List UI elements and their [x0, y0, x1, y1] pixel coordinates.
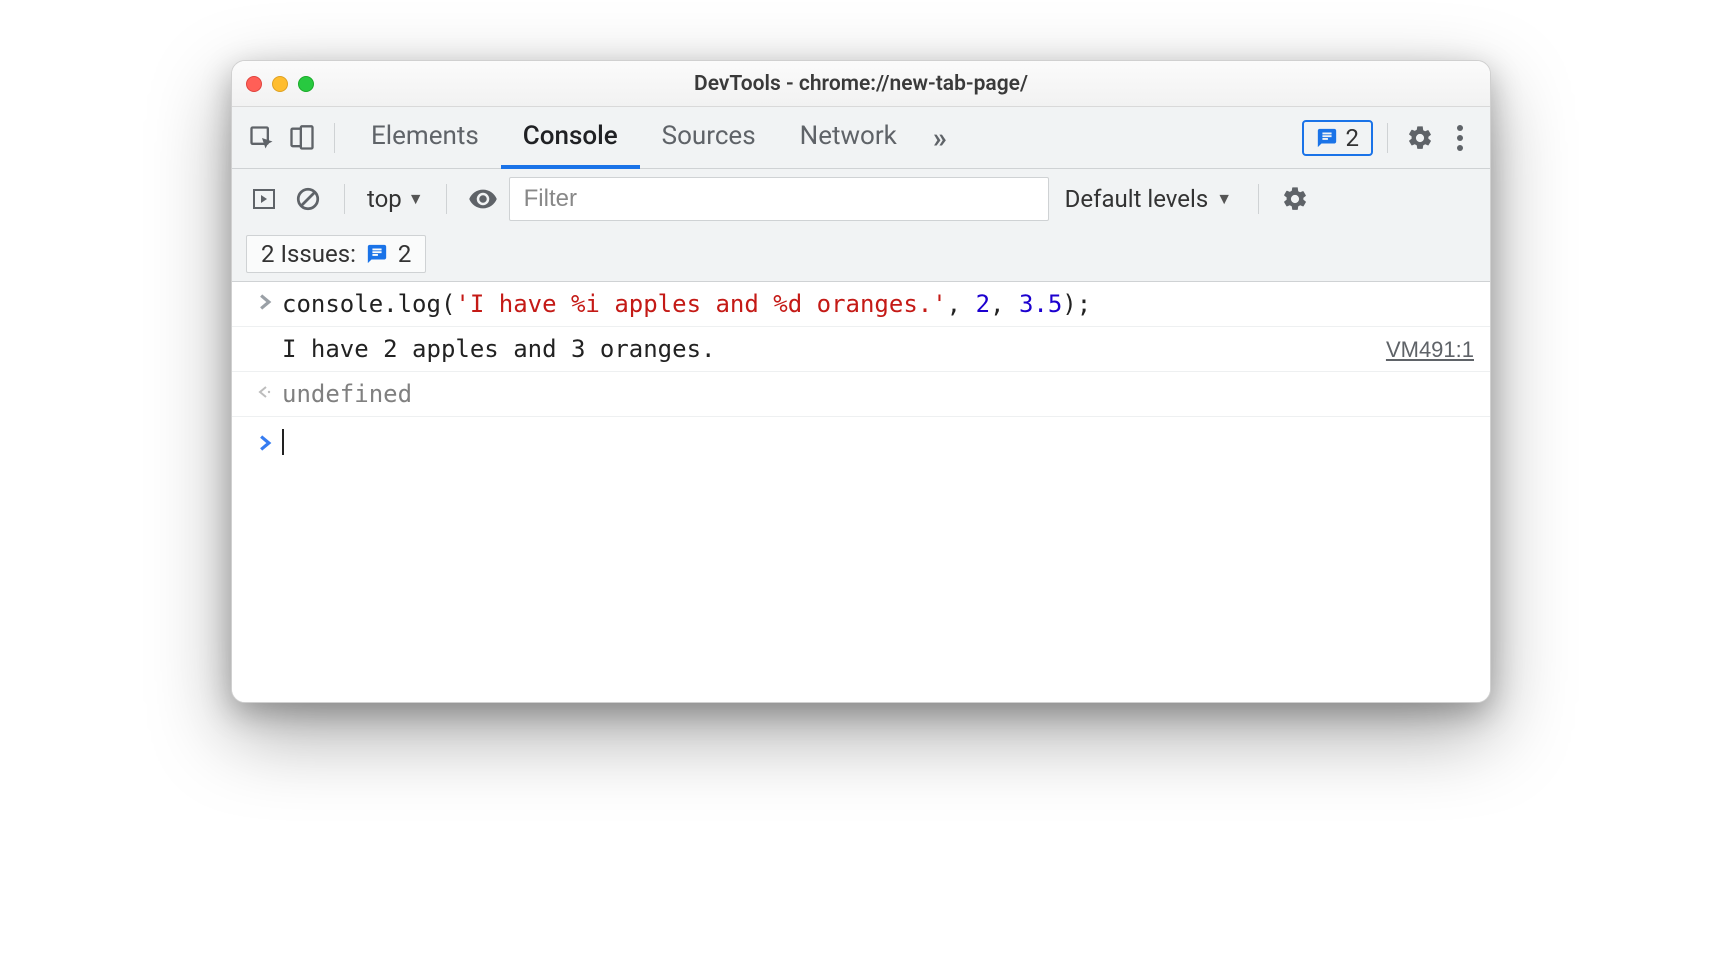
- window-title: DevTools - chrome://new-tab-page/: [232, 72, 1490, 96]
- clear-console-button[interactable]: [290, 181, 326, 217]
- devtools-window: DevTools - chrome://new-tab-page/ Elemen…: [231, 60, 1491, 703]
- console-output-line: I have 2 apples and 3 oranges. VM491:1: [232, 327, 1490, 372]
- tabs: Elements Console Sources Network: [349, 107, 919, 169]
- more-menu-button[interactable]: [1442, 120, 1478, 156]
- kebab-icon: [1449, 125, 1471, 151]
- separator: [1387, 123, 1388, 153]
- toggle-sidebar-button[interactable]: [246, 181, 282, 217]
- console-input-line: console.log('I have %i apples and %d ora…: [232, 282, 1490, 327]
- eye-icon: [468, 184, 498, 214]
- maximize-window-button[interactable]: [298, 76, 314, 92]
- close-window-button[interactable]: [246, 76, 262, 92]
- sidebar-icon: [252, 187, 276, 211]
- separator: [334, 123, 335, 153]
- issues-indicator[interactable]: 2: [1302, 120, 1374, 156]
- issues-summary[interactable]: 2 Issues: 2: [246, 235, 426, 273]
- settings-button[interactable]: [1402, 120, 1438, 156]
- tab-sources[interactable]: Sources: [640, 107, 778, 169]
- issues-icon: [1316, 127, 1338, 149]
- console-code[interactable]: console.log('I have %i apples and %d ora…: [282, 290, 1474, 318]
- tab-elements[interactable]: Elements: [349, 107, 501, 169]
- console-settings-button[interactable]: [1277, 181, 1313, 217]
- tabbar: Elements Console Sources Network » 2: [232, 107, 1490, 169]
- dropdown-icon: ▼: [408, 189, 424, 209]
- titlebar: DevTools - chrome://new-tab-page/: [232, 61, 1490, 107]
- separator: [446, 184, 447, 214]
- inspect-element-icon[interactable]: [244, 120, 280, 156]
- separator: [344, 184, 345, 214]
- log-levels-selector[interactable]: Default levels ▼: [1057, 185, 1240, 213]
- gear-icon: [1406, 124, 1434, 152]
- console-return-line: undefined: [232, 372, 1490, 417]
- return-value[interactable]: undefined: [282, 380, 1474, 408]
- device-toolbar-icon[interactable]: [284, 120, 320, 156]
- window-controls: [246, 76, 314, 92]
- issues-count: 2: [1346, 124, 1360, 152]
- console-prompt[interactable]: [232, 417, 1490, 465]
- separator: [1258, 184, 1259, 214]
- input-chevron-icon: [248, 290, 282, 311]
- tab-console[interactable]: Console: [501, 107, 640, 169]
- clear-icon: [295, 186, 321, 212]
- source-link[interactable]: VM491:1: [1386, 335, 1474, 363]
- console-toolbar: top ▼ Default levels ▼ 2 Issues: 2: [232, 169, 1490, 282]
- console-message[interactable]: I have 2 apples and 3 oranges.: [282, 335, 1386, 363]
- console-output: console.log('I have %i apples and %d ora…: [232, 282, 1490, 702]
- context-selector[interactable]: top ▼: [363, 185, 428, 213]
- filter-input[interactable]: [509, 177, 1049, 221]
- gear-icon: [1281, 185, 1309, 213]
- minimize-window-button[interactable]: [272, 76, 288, 92]
- more-tabs-icon[interactable]: »: [923, 121, 954, 154]
- issues-icon: [366, 243, 388, 265]
- live-expression-button[interactable]: [465, 181, 501, 217]
- dropdown-icon: ▼: [1216, 189, 1232, 209]
- return-chevron-icon: [248, 380, 282, 401]
- text-cursor: [282, 429, 284, 455]
- tab-network[interactable]: Network: [778, 107, 919, 169]
- prompt-chevron-icon: [248, 431, 282, 452]
